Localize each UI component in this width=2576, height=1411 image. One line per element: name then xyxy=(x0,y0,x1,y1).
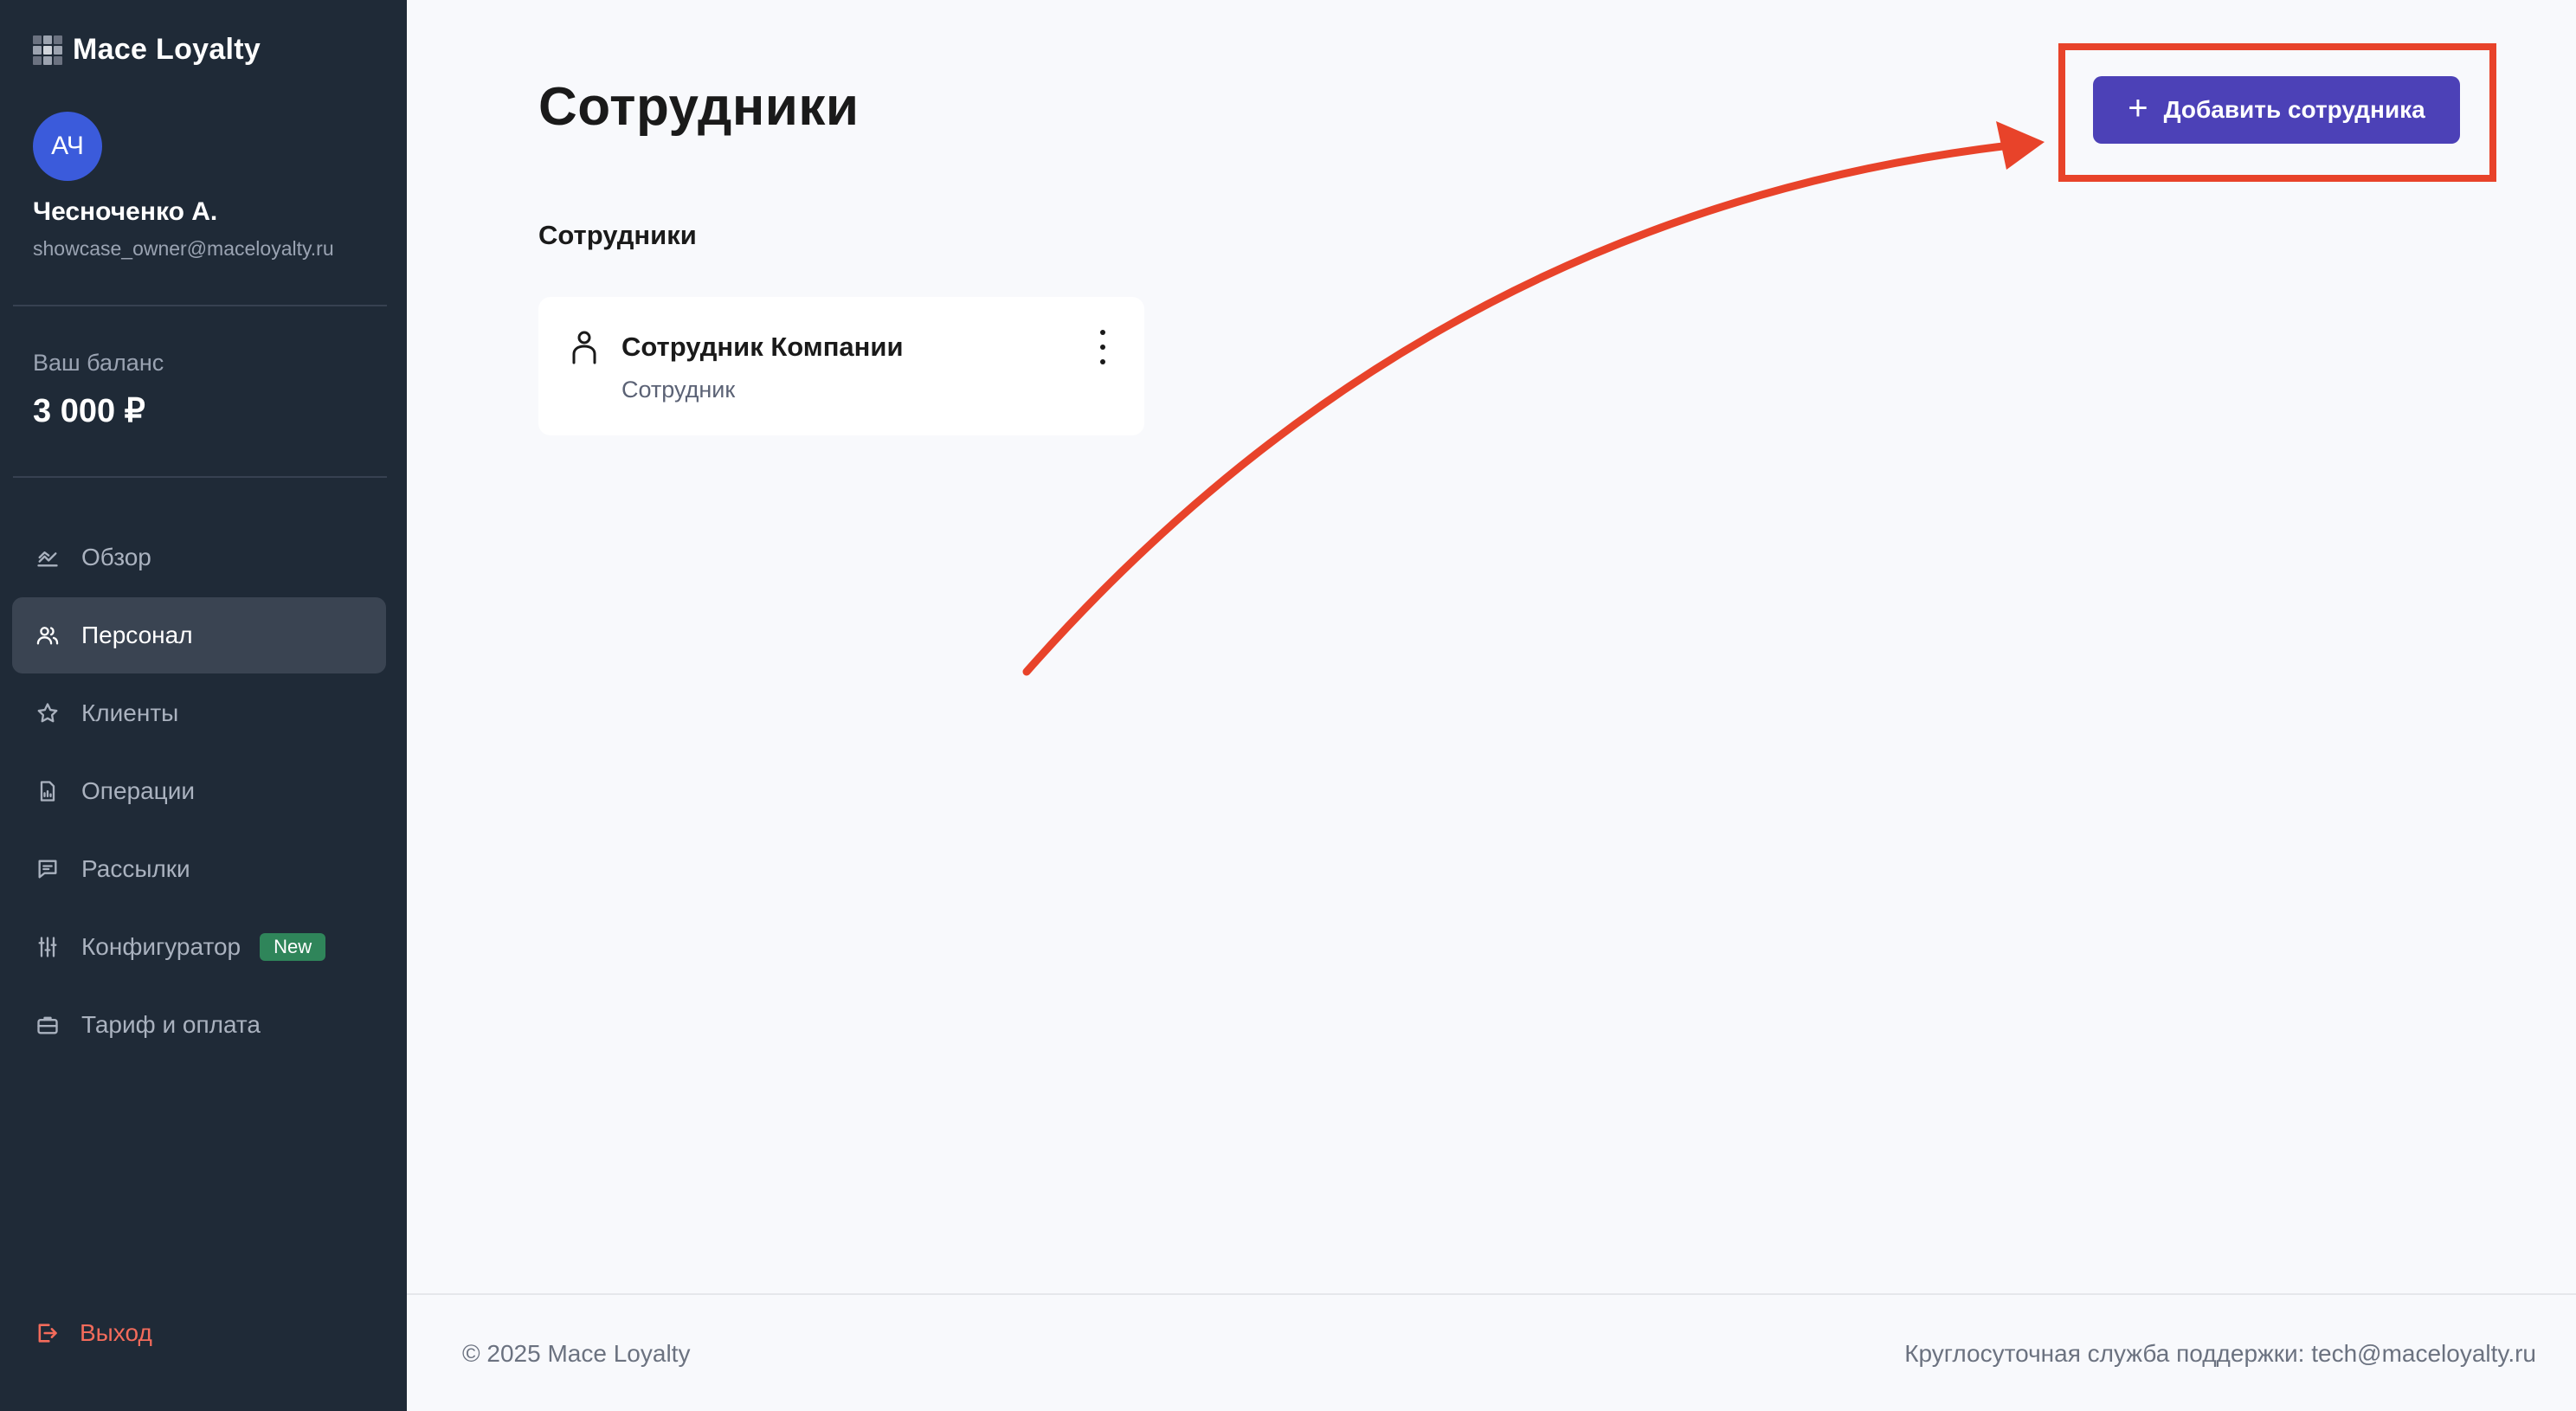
employee-name: Сотрудник Компании xyxy=(621,332,904,362)
divider xyxy=(13,305,387,306)
document-icon xyxy=(35,778,61,804)
sidebar-item-label: Персонал xyxy=(81,622,193,648)
logout-icon xyxy=(38,1324,57,1343)
brand-name: Mace Loyalty xyxy=(73,33,261,66)
sidebar-item-label: Тариф и оплата xyxy=(81,1011,261,1038)
divider xyxy=(13,476,387,478)
sidebar: Mace Loyalty АЧ Чесноченко А. showcase_o… xyxy=(0,0,407,1411)
logout-label: Выход xyxy=(80,1319,152,1346)
section-title: Сотрудники xyxy=(538,220,697,250)
footer: © 2025 Mace Loyalty Круглосуточная служб… xyxy=(407,1293,2576,1411)
footer-copyright: © 2025 Mace Loyalty xyxy=(462,1340,691,1367)
message-icon xyxy=(35,856,61,882)
sidebar-item-staff[interactable]: Персонал xyxy=(12,597,386,673)
sidebar-item-label: Конфигуратор xyxy=(81,933,242,960)
employee-role: Сотрудник xyxy=(621,377,736,403)
logout-button[interactable]: Выход xyxy=(12,1295,386,1371)
employee-card[interactable]: Сотрудник Компании Сотрудник xyxy=(538,297,1144,435)
star-icon xyxy=(35,700,61,726)
sidebar-item-clients[interactable]: Клиенты xyxy=(12,675,386,751)
briefcase-icon xyxy=(35,1012,61,1038)
avatar: АЧ xyxy=(33,112,102,181)
more-options-icon[interactable] xyxy=(1098,330,1108,364)
user-email: showcase_owner@maceloyalty.ru xyxy=(33,237,334,260)
sidebar-item-overview[interactable]: Обзор xyxy=(12,519,386,596)
user-name: Чесноченко А. xyxy=(33,197,218,226)
chart-icon xyxy=(35,544,61,570)
sidebar-item-label: Обзор xyxy=(81,544,151,570)
sidebar-item-operations[interactable]: Операции xyxy=(12,753,386,829)
sidebar-item-label: Операции xyxy=(81,777,195,804)
footer-support[interactable]: Круглосуточная служба поддержки: tech@ma… xyxy=(1904,1340,2536,1368)
brand[interactable]: Mace Loyalty xyxy=(33,33,261,67)
sidebar-item-label: Клиенты xyxy=(81,699,179,726)
balance-value: 3 000 ₽ xyxy=(33,393,145,429)
annotation-highlight-box xyxy=(2058,43,2496,182)
sliders-icon xyxy=(35,934,61,960)
users-icon xyxy=(35,622,61,648)
sidebar-item-label: Рассылки xyxy=(81,855,190,882)
sidebar-item-configurator[interactable]: Конфигуратор New xyxy=(12,909,386,985)
user-icon xyxy=(571,330,597,364)
brand-logo-icon xyxy=(33,35,62,65)
page-title: Сотрудники xyxy=(538,77,860,137)
balance-label: Ваш баланс xyxy=(33,350,164,376)
sidebar-item-mailings[interactable]: Рассылки xyxy=(12,831,386,907)
sidebar-item-billing[interactable]: Тариф и оплата xyxy=(12,987,386,1063)
new-badge: New xyxy=(260,933,326,961)
